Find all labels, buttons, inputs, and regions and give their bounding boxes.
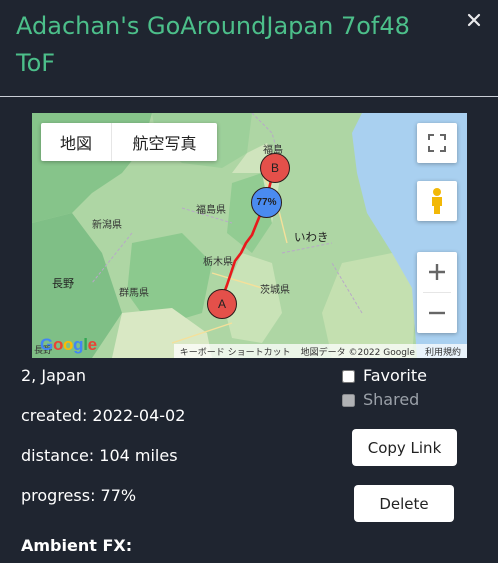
minus-icon <box>429 311 445 315</box>
street-view-pegman[interactable] <box>417 181 457 221</box>
terms-link[interactable]: 利用規約 <box>425 345 461 358</box>
fullscreen-button[interactable] <box>417 123 457 163</box>
label-tochigi-pref: 栃木県 <box>203 255 233 268</box>
progress-text: progress: 77% <box>21 486 137 505</box>
marker-a[interactable]: A <box>207 289 237 319</box>
zoom-in-button[interactable] <box>417 252 457 292</box>
shared-option[interactable]: Shared <box>342 390 419 410</box>
ambient-fx-label: Ambient FX: <box>21 536 133 555</box>
label-fukushima-pref: 福島県 <box>196 203 226 216</box>
created-text: created: 2022-04-02 <box>21 406 186 425</box>
copy-link-button[interactable]: Copy Link <box>352 429 457 466</box>
zoom-out-button[interactable] <box>417 293 457 333</box>
page-title: Adachan's GoAroundJapan 7of48 ToF <box>16 12 410 77</box>
marker-b[interactable]: B <box>260 153 290 183</box>
favorite-checkbox[interactable] <box>342 369 355 383</box>
map-data-credit: 地図データ ©2022 Google <box>300 347 415 358</box>
route-map[interactable]: 福島 福島県 新潟県 いわき 栃木県 群馬県 茨城県 長野 長野 地図 航空写真 <box>32 113 467 358</box>
plus-icon <box>429 264 445 280</box>
keyboard-shortcuts-link[interactable]: キーボード ショートカット <box>180 345 291 358</box>
delete-button[interactable]: Delete <box>354 485 454 522</box>
label-ibaraki-pref: 茨城県 <box>260 283 290 296</box>
shared-label: Shared <box>363 390 420 409</box>
map-type-control: 地図 航空写真 <box>41 123 217 161</box>
label-nagano: 長野 <box>52 277 74 290</box>
zoom-control <box>417 252 457 333</box>
favorite-option[interactable]: Favorite <box>342 366 427 386</box>
map-type-satellite-button[interactable]: 航空写真 <box>112 123 217 161</box>
header-divider <box>0 96 498 97</box>
map-attribution: キーボード ショートカット 地図データ ©2022 Google 利用規約 <box>173 344 467 358</box>
favorite-label: Favorite <box>363 366 427 385</box>
fullscreen-icon <box>428 134 446 152</box>
pegman-icon <box>432 188 442 214</box>
map-type-map-button[interactable]: 地図 <box>41 123 112 161</box>
google-logo[interactable]: Google <box>40 335 97 355</box>
distance-text: distance: 104 miles <box>21 446 178 465</box>
label-iwaki: いわき <box>294 230 329 244</box>
shared-checkbox[interactable] <box>342 393 355 407</box>
label-gunma-pref: 群馬県 <box>119 286 149 299</box>
close-icon[interactable] <box>466 12 482 28</box>
marker-progress[interactable]: 77% <box>251 187 282 218</box>
label-niigata-pref: 新潟県 <box>92 218 122 231</box>
location-text: 2, Japan <box>21 366 86 385</box>
